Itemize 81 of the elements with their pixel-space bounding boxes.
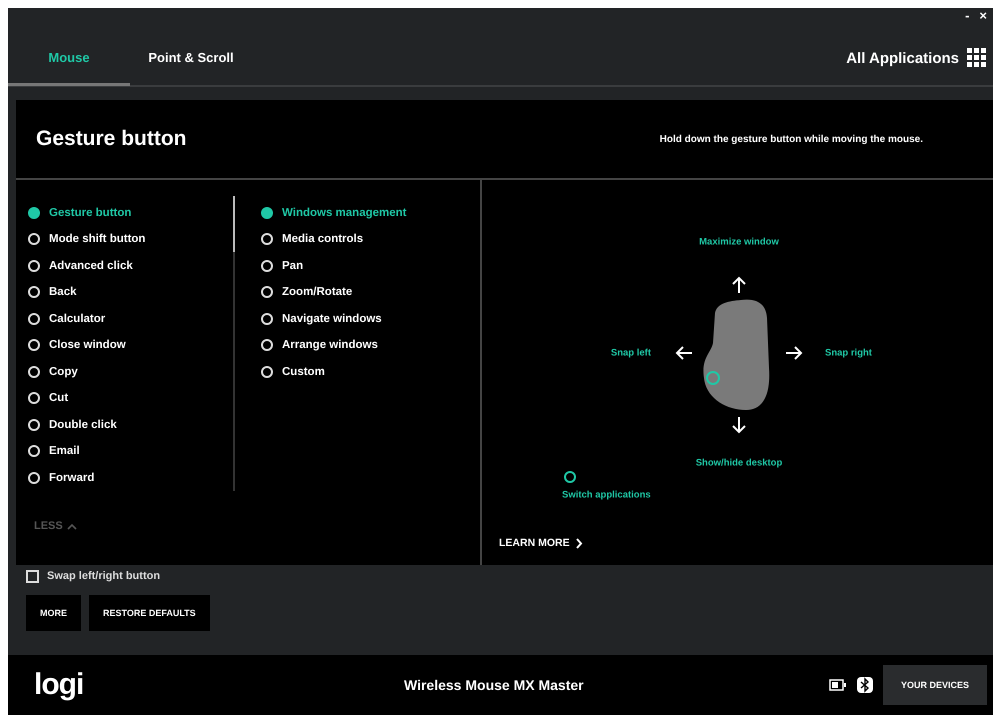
button-option[interactable]: Mode shift button [28,230,233,248]
action-option[interactable]: Navigate windows [261,310,461,328]
your-devices-button[interactable]: YOUR DEVICES [882,665,987,705]
option-label: Close window [49,339,126,352]
gesture-label: Snap right [825,348,872,358]
radio-button[interactable] [261,339,273,352]
button-option[interactable]: Gesture button [28,204,233,222]
button-option[interactable]: Email [28,442,233,460]
option-label: Media controls [282,233,364,246]
radio-button[interactable] [261,312,273,325]
action-option[interactable]: Media controls [261,230,461,248]
gesture-label: Show/hide desktop [696,458,782,468]
button-option[interactable]: Double click [28,416,233,434]
option-label: Mode shift button [49,233,146,246]
button-option[interactable]: Copy [28,362,233,381]
device-name: Wireless Mouse MX Master [404,677,584,693]
battery-icon [828,679,847,691]
option-label: Advanced click [49,260,133,272]
tab[interactable]: Mouse [8,48,130,86]
option-label: Pan [282,260,304,272]
panel-title: Gesture button [36,127,186,151]
gesture-label: Switch applications [562,490,651,500]
radio-button[interactable] [28,206,40,219]
action-option[interactable]: Pan [261,256,461,275]
option-label: Email [49,445,80,458]
button-option[interactable]: Forward [28,468,233,487]
tab[interactable]: Point & Scroll [130,48,252,86]
action-option[interactable]: Custom [261,362,461,381]
radio-button[interactable] [28,339,40,352]
checkbox-label: Swap left/right button [47,570,160,582]
option-label: Navigate windows [282,312,382,325]
radio-button[interactable] [28,286,40,298]
option-label: Double click [49,418,117,431]
window-control-button[interactable]: × [979,8,987,28]
option-label: Gesture button [49,206,132,219]
radio-button[interactable] [28,392,40,404]
window-control-button[interactable]: - [965,8,970,28]
button-option[interactable]: Calculator [28,310,233,328]
grid-icon[interactable] [967,48,987,68]
radio-button[interactable] [28,418,40,431]
radio-button[interactable] [28,312,40,325]
option-label: Arrange windows [282,339,378,352]
radio-button[interactable] [261,366,273,378]
button-option[interactable]: Close window [28,336,233,354]
button-option[interactable]: Cut [28,389,233,408]
app-selector[interactable]: All Applications [846,50,959,66]
gesture-label: Snap left [610,348,651,358]
radio-button[interactable] [261,233,273,246]
option-label: Cut [49,392,68,404]
option-label: Windows management [282,206,406,219]
radio-button[interactable] [261,206,273,219]
circle-icon [563,470,577,484]
radio-button[interactable] [28,260,40,272]
button-option[interactable]: Back [28,283,233,302]
radio-button[interactable] [28,366,40,378]
action-button[interactable]: MORE [26,595,81,631]
radio-button[interactable] [261,286,273,298]
action-option[interactable]: Windows management [261,204,461,222]
radio-button[interactable] [28,472,40,484]
action-option[interactable]: Zoom/Rotate [261,283,461,302]
button-option[interactable]: Advanced click [28,256,233,275]
chevron-right-icon [574,538,583,548]
hint-text: Hold down the gesture button while moving the mouse. [660,134,923,144]
scrollbar-thumb[interactable] [233,196,235,252]
radio-button[interactable] [28,445,40,458]
learn-more-link[interactable]: LEARN MORE [499,537,583,549]
radio-button[interactable] [261,260,273,272]
action-option[interactable]: Arrange windows [261,336,461,354]
option-label: Back [49,286,76,298]
bluetooth-icon [856,677,873,693]
option-label: Custom [282,366,325,378]
option-label: Copy [49,366,78,378]
option-label: Forward [49,472,94,484]
action-button[interactable]: RESTORE DEFAULTS [89,595,210,631]
logo: logi [34,668,84,702]
checkbox[interactable] [26,570,39,582]
radio-button[interactable] [28,233,40,246]
gesture-label: Maximize window [699,236,779,248]
chevron-up-icon [66,522,77,530]
option-label: Zoom/Rotate [282,286,352,298]
option-label: Calculator [49,312,106,325]
